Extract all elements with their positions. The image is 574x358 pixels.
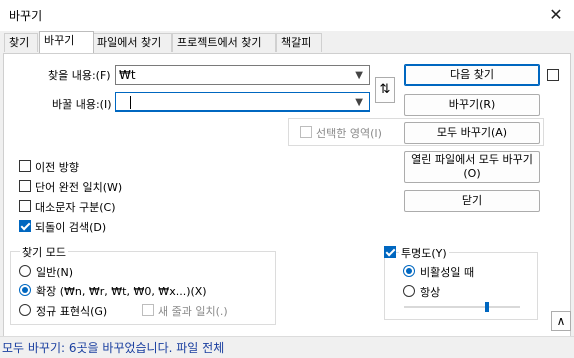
replace-dialog: 바꾸기 ✕ 찾기 바꾸기 파일에서 찾기 프로젝트에서 찾기 책갈피 찾을 내용… — [0, 0, 574, 358]
dot-matches-newline-label: 새 줄과 일치(.) — [158, 305, 228, 318]
always-label: 항상 — [420, 286, 441, 299]
wrap-around-label: 되돌이 검색(D) — [35, 221, 107, 234]
search-mode-regex-radio[interactable] — [19, 304, 31, 316]
status-message: 모두 바꾸기: 6곳을 바꾸었습니다. 파일 전체 — [2, 341, 225, 355]
chevron-down-icon[interactable]: ▼ — [355, 70, 363, 81]
search-mode-extended-label: 확장 (₩n, ₩r, ₩t, ₩0, ₩x...)(X) — [36, 285, 207, 298]
tab-find-in-files[interactable]: 파일에서 찾기 — [92, 33, 172, 52]
search-mode-regex-label: 정규 표현식(G) — [36, 305, 108, 318]
transparency-label: 투명도(Y) — [399, 245, 449, 261]
tab-bookmarks[interactable]: 책갈피 — [276, 33, 322, 52]
replace-all-open-docs-label: 열린 파일에서 모두 바꾸기 — [411, 153, 533, 166]
in-selection-checkbox[interactable] — [300, 126, 312, 138]
replace-all-open-docs-button[interactable]: 열린 파일에서 모두 바꾸기 (O) — [404, 151, 540, 183]
search-mode-title: 찾기 모드 — [20, 244, 68, 260]
replace-label: 바꿀 내용:(I) — [52, 98, 112, 111]
on-lose-focus-radio[interactable] — [403, 265, 415, 277]
text-caret — [130, 96, 131, 109]
backward-direction-checkbox[interactable] — [19, 160, 31, 172]
replace-button[interactable]: 바꾸기(R) — [404, 94, 540, 116]
chevron-up-icon[interactable]: ∧ — [551, 311, 571, 331]
swap-icon[interactable]: ⇅ — [375, 77, 395, 103]
close-button[interactable]: 닫기 — [404, 190, 540, 212]
transparency-checkbox[interactable] — [384, 246, 396, 258]
backward-direction-label: 이전 방향 — [35, 161, 79, 174]
always-radio[interactable] — [403, 285, 415, 297]
search-mode-normal-label: 일반(N) — [36, 266, 74, 279]
close-icon[interactable]: ✕ — [544, 4, 568, 26]
find-label: 찾을 내용:(F) — [48, 69, 111, 82]
wrap-around-checkbox[interactable] — [19, 220, 31, 232]
tab-find[interactable]: 찾기 — [4, 33, 38, 52]
find-next-button[interactable]: 다음 찾기 — [404, 64, 540, 86]
tab-replace[interactable]: 바꾸기 — [39, 31, 94, 53]
replace-all-button[interactable]: 모두 바꾸기(A) — [404, 122, 540, 144]
dot-matches-newline-checkbox[interactable] — [142, 304, 154, 316]
find-next-option-checkbox[interactable] — [547, 69, 559, 81]
match-case-checkbox[interactable] — [19, 200, 31, 212]
replace-all-open-docs-shortcut: (O) — [463, 167, 481, 180]
search-mode-extended-radio[interactable] — [19, 284, 31, 296]
transparency-slider-track[interactable] — [404, 306, 520, 308]
match-case-label: 대소문자 구분(C) — [35, 201, 116, 214]
status-bar: 모두 바꾸기: 6곳을 바꾸었습니다. 파일 전체 — [0, 336, 574, 358]
chevron-down-icon[interactable]: ▼ — [355, 97, 363, 108]
replace-combobox[interactable]: ▼ — [115, 92, 370, 112]
match-whole-word-label: 단어 완전 일치(W) — [35, 181, 123, 194]
in-selection-label: 선택한 영역(I) — [316, 127, 382, 140]
find-combobox[interactable]: ₩t ▼ — [115, 65, 370, 85]
search-mode-normal-radio[interactable] — [19, 265, 31, 277]
title-bar: 바꾸기 ✕ — [0, 0, 574, 31]
find-input[interactable]: ₩t — [119, 68, 136, 82]
tab-find-in-projects[interactable]: 프로젝트에서 찾기 — [172, 33, 276, 52]
match-whole-word-checkbox[interactable] — [19, 180, 31, 192]
window-title: 바꾸기 — [9, 9, 43, 23]
on-lose-focus-label: 비활성일 때 — [420, 266, 475, 279]
transparency-slider-thumb[interactable] — [485, 302, 489, 312]
